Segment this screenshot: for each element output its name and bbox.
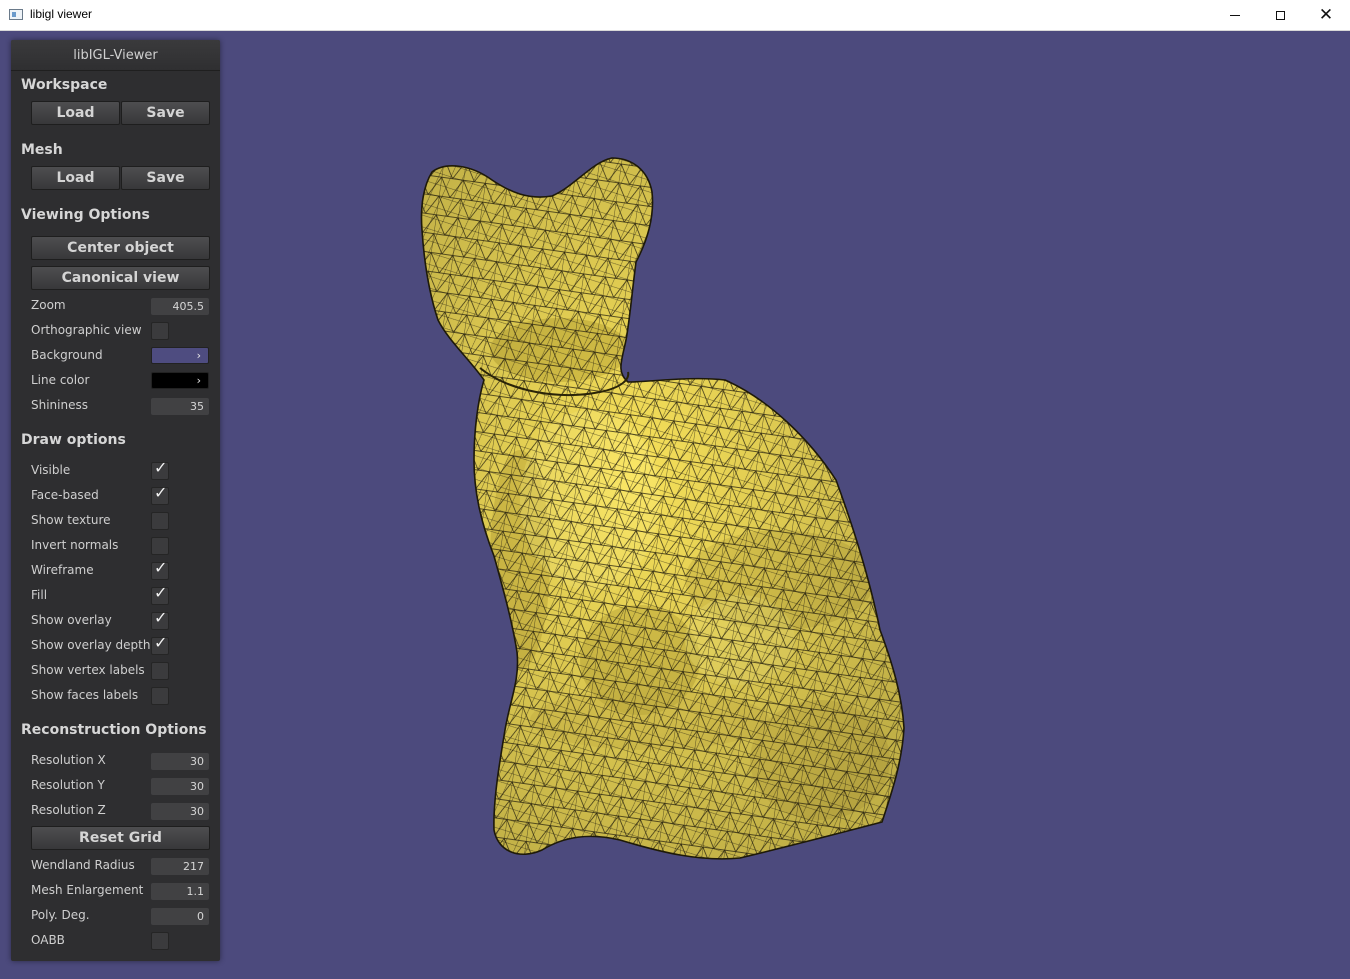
panel-title[interactable]: libIGL-Viewer (11, 40, 220, 71)
app-window-icon (9, 9, 23, 20)
minimize-icon (1230, 14, 1240, 16)
mesh-enlargement-input[interactable]: 1.1 (151, 883, 209, 900)
poly-degree-label: Poly. Deg. (31, 908, 90, 922)
show-faces-labels-checkbox[interactable] (151, 687, 169, 705)
line-color-label: Line color (31, 373, 90, 387)
maximize-icon (1275, 10, 1285, 20)
wireframe-label: Wireframe (31, 563, 94, 577)
orthographic-view-label: Orthographic view (31, 323, 142, 337)
zoom-label: Zoom (31, 298, 66, 312)
mesh-heading[interactable]: Mesh (21, 142, 63, 158)
oabb-checkbox[interactable] (151, 932, 169, 950)
reconstruction-options-heading[interactable]: Reconstruction Options (21, 722, 207, 738)
face-based-checkbox[interactable]: ✓ (151, 483, 169, 505)
show-vertex-labels-checkbox[interactable] (151, 662, 169, 680)
invert-normals-label: Invert normals (31, 538, 119, 552)
show-texture-label: Show texture (31, 513, 111, 527)
show-texture-checkbox[interactable] (151, 512, 169, 530)
poly-degree-input[interactable]: 0 (151, 908, 209, 925)
resolution-x-input[interactable]: 30 (151, 753, 209, 770)
resolution-z-input[interactable]: 30 (151, 803, 209, 820)
mesh-enlargement-label: Mesh Enlargement (31, 883, 144, 897)
checkmark-icon: ✓ (154, 583, 168, 602)
face-based-label: Face-based (31, 488, 99, 502)
fill-label: Fill (31, 588, 48, 602)
invert-normals-checkbox[interactable] (151, 537, 169, 555)
checkmark-icon: ✓ (154, 633, 168, 652)
workspace-heading[interactable]: Workspace (21, 77, 107, 93)
window-title: libigl viewer (30, 7, 93, 21)
chevron-right-icon: › (196, 374, 201, 387)
background-label: Background (31, 348, 103, 362)
resolution-x-label: Resolution X (31, 753, 106, 767)
close-icon: ✕ (1318, 4, 1334, 25)
wendland-radius-input[interactable]: 217 (151, 858, 209, 875)
resolution-y-label: Resolution Y (31, 778, 105, 792)
fill-checkbox[interactable]: ✓ (151, 583, 169, 605)
zoom-input[interactable]: 405.5 (151, 298, 209, 315)
visible-label: Visible (31, 463, 71, 477)
shininess-input[interactable]: 35 (151, 398, 209, 415)
viewing-options-heading[interactable]: Viewing Options (21, 207, 150, 223)
reset-grid-button[interactable]: Reset Grid (31, 826, 210, 850)
show-vertex-labels-label: Show vertex labels (31, 663, 145, 677)
mesh-save-button[interactable]: Save (121, 166, 210, 190)
close-button[interactable]: ✕ (1303, 0, 1349, 30)
shininess-label: Shininess (31, 398, 88, 412)
show-overlay-checkbox[interactable]: ✓ (151, 608, 169, 630)
orthographic-view-checkbox[interactable] (151, 322, 169, 340)
wireframe-checkbox[interactable]: ✓ (151, 558, 169, 580)
wendland-radius-label: Wendland Radius (31, 858, 135, 872)
mesh-load-button[interactable]: Load (31, 166, 120, 190)
workspace-save-button[interactable]: Save (121, 101, 210, 125)
show-overlay-label: Show overlay (31, 613, 112, 627)
show-faces-labels-label: Show faces labels (31, 688, 139, 702)
checkmark-icon: ✓ (154, 483, 168, 502)
checkmark-icon: ✓ (154, 558, 168, 577)
show-overlay-depth-label: Show overlay depth (31, 638, 151, 652)
background-color-picker[interactable]: › (151, 347, 209, 364)
maximize-button[interactable] (1257, 0, 1303, 30)
center-object-button[interactable]: Center object (31, 236, 210, 260)
draw-options-heading[interactable]: Draw options (21, 432, 126, 448)
line-color-picker[interactable]: › (151, 372, 209, 389)
show-overlay-depth-checkbox[interactable]: ✓ (151, 633, 169, 655)
canonical-view-button[interactable]: Canonical view (31, 266, 210, 290)
checkmark-icon: ✓ (154, 608, 168, 627)
minimize-button[interactable] (1212, 0, 1258, 30)
viewer-menu-panel[interactable]: libIGL-Viewer Workspace Load Save Mesh L… (11, 40, 220, 961)
workspace-load-button[interactable]: Load (31, 101, 120, 125)
checkmark-icon: ✓ (154, 458, 168, 477)
oabb-label: OABB (31, 933, 65, 947)
chevron-right-icon: › (196, 349, 201, 362)
resolution-z-label: Resolution Z (31, 803, 106, 817)
window-titlebar[interactable]: libigl viewer ✕ (0, 0, 1350, 31)
visible-checkbox[interactable]: ✓ (151, 458, 169, 480)
resolution-y-input[interactable]: 30 (151, 778, 209, 795)
